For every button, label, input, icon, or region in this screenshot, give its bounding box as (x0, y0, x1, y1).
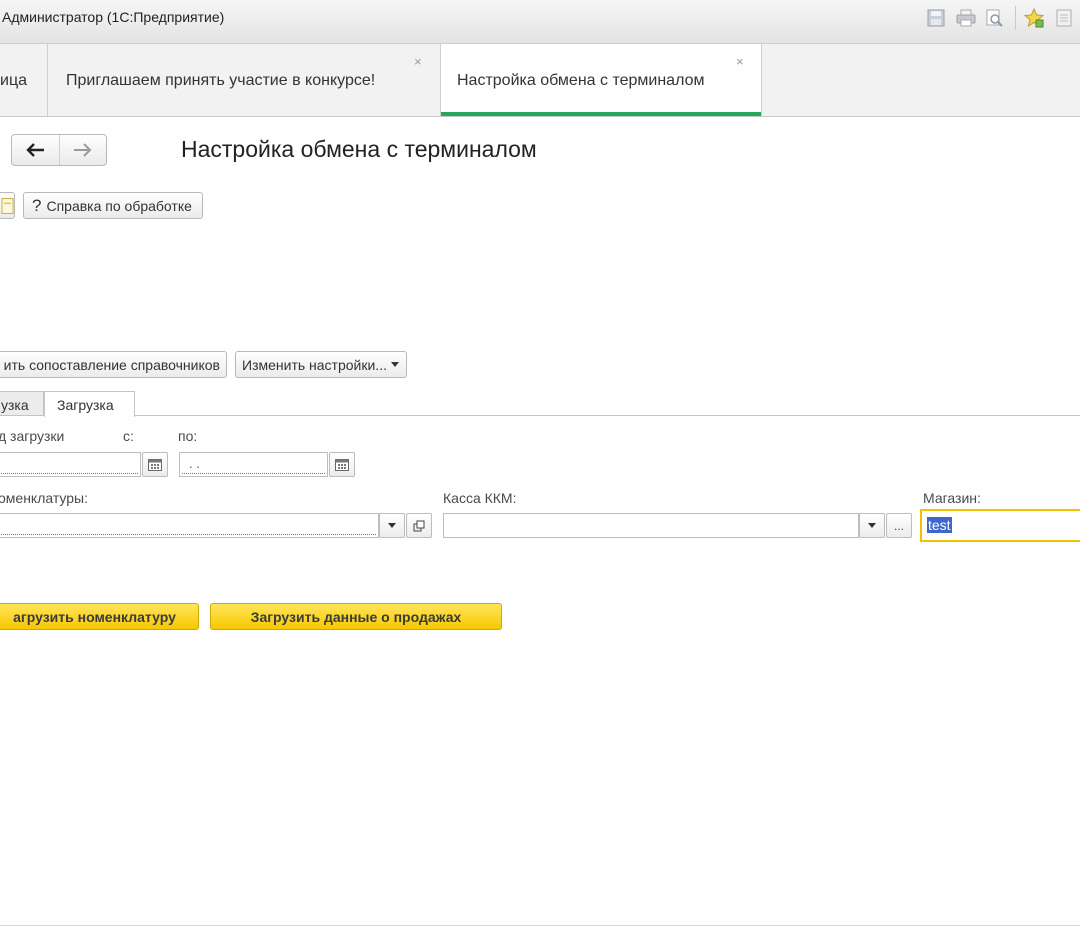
tab-label: ица (0, 72, 27, 89)
back-button[interactable] (12, 135, 59, 165)
from-label: с: (123, 428, 134, 444)
dropdown-arrow-icon (390, 361, 399, 367)
edit-catalog-mapping-button[interactable]: ить сопоставление справочников (0, 351, 227, 378)
tab-start-page[interactable]: ица (0, 44, 48, 116)
info-icon[interactable] (1054, 8, 1074, 28)
date-to-calendar-button[interactable] (329, 452, 355, 477)
nomenclature-dropdown-button[interactable] (379, 513, 405, 538)
arrow-right-icon (73, 143, 92, 157)
kkm-label: Касса ККМ: (443, 490, 517, 506)
title-bar: Администратор (1С:Предприятие) (0, 0, 1080, 44)
help-button-label: Справка по обработке (46, 197, 192, 214)
chevron-down-icon (388, 522, 396, 528)
load-sales-button[interactable]: Загрузить данные о продажах (210, 603, 502, 630)
form-bottom-border (0, 925, 1080, 926)
mapping-button-label: ить сопоставление справочников (3, 356, 220, 373)
active-tab-indicator (441, 112, 761, 116)
period-label: д загрузки (0, 428, 65, 444)
tab-close-icon[interactable]: × (414, 54, 422, 69)
toolbar-separator (1015, 6, 1016, 30)
tab-label: Настройка обмена с терминалом (457, 72, 705, 89)
settings-button-label: Изменить настройки... (242, 356, 387, 373)
calendar-icon (148, 458, 162, 471)
open-icon (413, 520, 425, 531)
inner-tab-label: узка (1, 397, 29, 413)
inner-tab-label: Загрузка (57, 397, 114, 413)
store-value: test (927, 517, 952, 533)
chevron-down-icon (868, 522, 876, 528)
to-label: по: (178, 428, 198, 444)
load-sales-label: Загрузить данные о продажах (250, 608, 462, 625)
required-underline (0, 534, 376, 535)
print-icon[interactable] (956, 8, 976, 28)
load-nomenclature-button[interactable]: агрузить номенклатуру (0, 603, 199, 630)
favorites-icon[interactable] (1024, 8, 1044, 28)
change-settings-button[interactable]: Изменить настройки... (235, 351, 407, 378)
kkm-dropdown-button[interactable] (859, 513, 885, 538)
nomenclature-open-button[interactable] (406, 513, 432, 538)
help-icon: ? (32, 195, 42, 215)
tab-divider (0, 415, 1080, 416)
open-windows-tabstrip: ица Приглашаем принять участие в конкурс… (0, 44, 1080, 117)
store-field[interactable]: test (920, 509, 1080, 542)
required-underline (182, 473, 325, 474)
kkm-field[interactable] (443, 513, 859, 538)
navigation-buttons (11, 134, 107, 166)
report-icon (1, 197, 14, 214)
tab-unload[interactable]: узка (0, 391, 44, 416)
kkm-select-button[interactable]: ... (886, 513, 912, 538)
active-tab-gap (45, 414, 134, 416)
date-to-value: . . (189, 456, 200, 471)
more-icon: ... (893, 518, 904, 533)
page-title: Настройка обмена с терминалом (181, 136, 537, 162)
preview-icon[interactable] (984, 8, 1004, 28)
save-icon[interactable] (926, 8, 946, 28)
forward-button[interactable] (58, 135, 107, 165)
nomenclature-label: оменклатуры: (0, 490, 89, 506)
arrow-left-icon (26, 143, 45, 157)
tab-label: Приглашаем принять участие в конкурсе! (66, 72, 376, 89)
tab-contest-invitation[interactable]: Приглашаем принять участие в конкурсе! × (48, 44, 441, 116)
tab-terminal-exchange[interactable]: Настройка обмена с терминалом × (441, 44, 762, 116)
report-button[interactable] (0, 192, 15, 219)
tab-close-icon[interactable]: × (736, 54, 744, 69)
date-from-calendar-button[interactable] (142, 452, 168, 477)
date-from-field[interactable] (0, 452, 141, 477)
required-underline (0, 473, 138, 474)
load-nomenclature-label: агрузить номенклатуру (13, 608, 176, 625)
help-button[interactable]: ? Справка по обработке (23, 192, 203, 219)
store-label: Магазин: (923, 490, 981, 506)
calendar-icon (335, 458, 349, 471)
window-title: Администратор (1С:Предприятие) (2, 9, 225, 25)
date-to-field[interactable]: . . (179, 452, 328, 477)
nomenclature-field[interactable] (0, 513, 379, 538)
